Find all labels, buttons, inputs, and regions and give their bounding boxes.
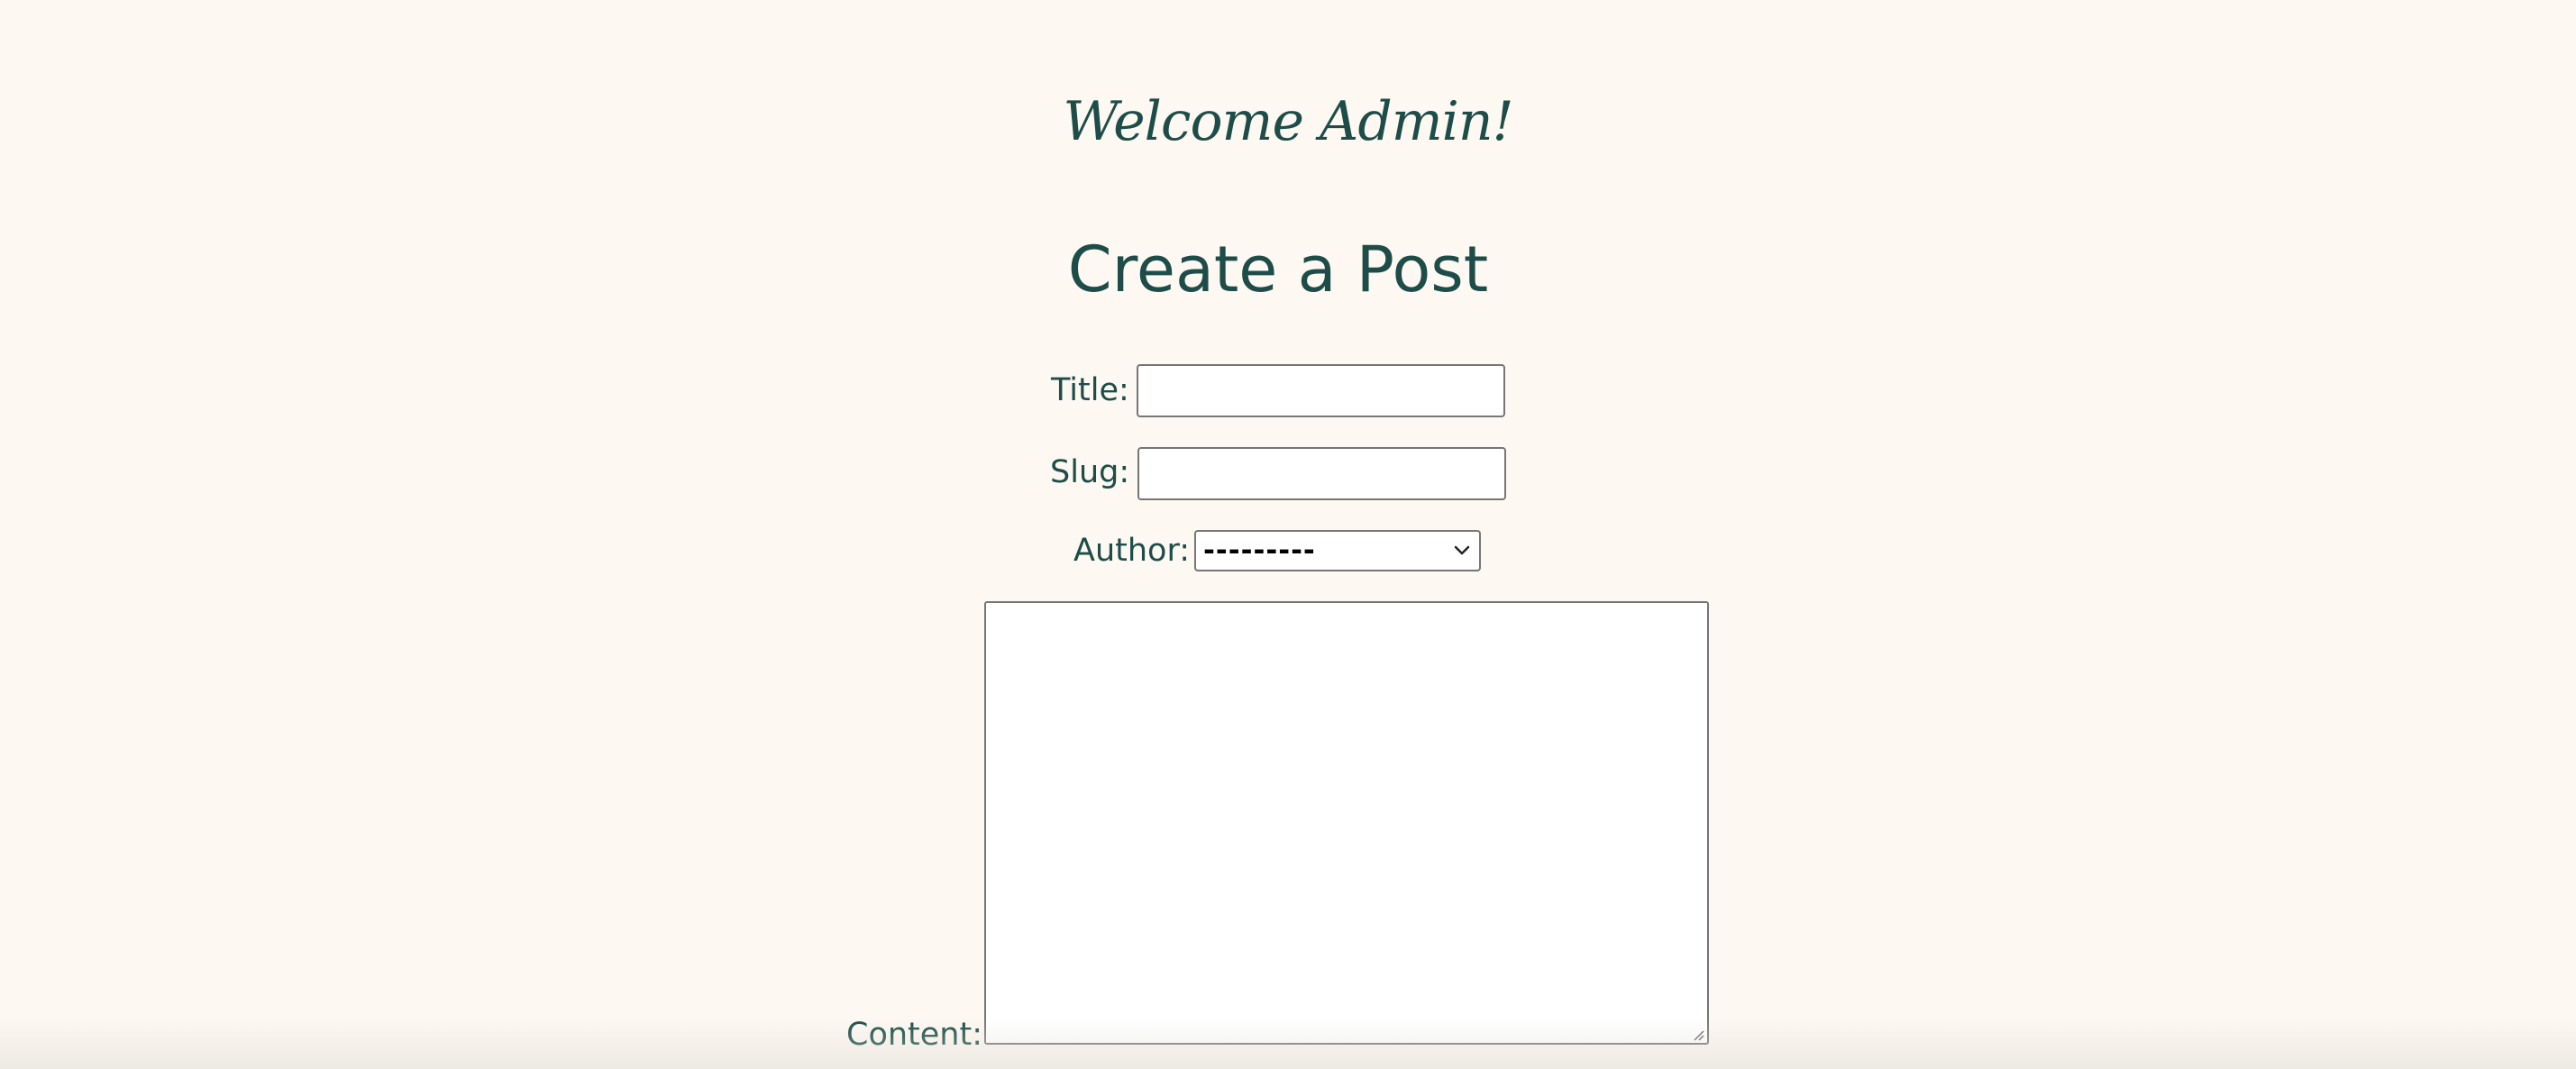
title-label: Title: (1051, 372, 1129, 408)
author-label: Author: (1073, 533, 1191, 569)
author-select[interactable]: --------- (1194, 530, 1481, 571)
welcome-heading: Welcome Admin! (1063, 90, 1513, 153)
chevron-down-icon (1452, 541, 1472, 561)
content-label: Content: (846, 1017, 982, 1053)
page-title: Create a Post (1067, 233, 1489, 306)
title-input[interactable] (1137, 364, 1505, 417)
resize-grip-icon[interactable] (1692, 1028, 1704, 1041)
slug-label: Slug: (1050, 454, 1130, 490)
content-textarea[interactable] (984, 601, 1709, 1045)
author-select-value: --------- (1203, 534, 1316, 567)
slug-input[interactable] (1137, 447, 1506, 500)
